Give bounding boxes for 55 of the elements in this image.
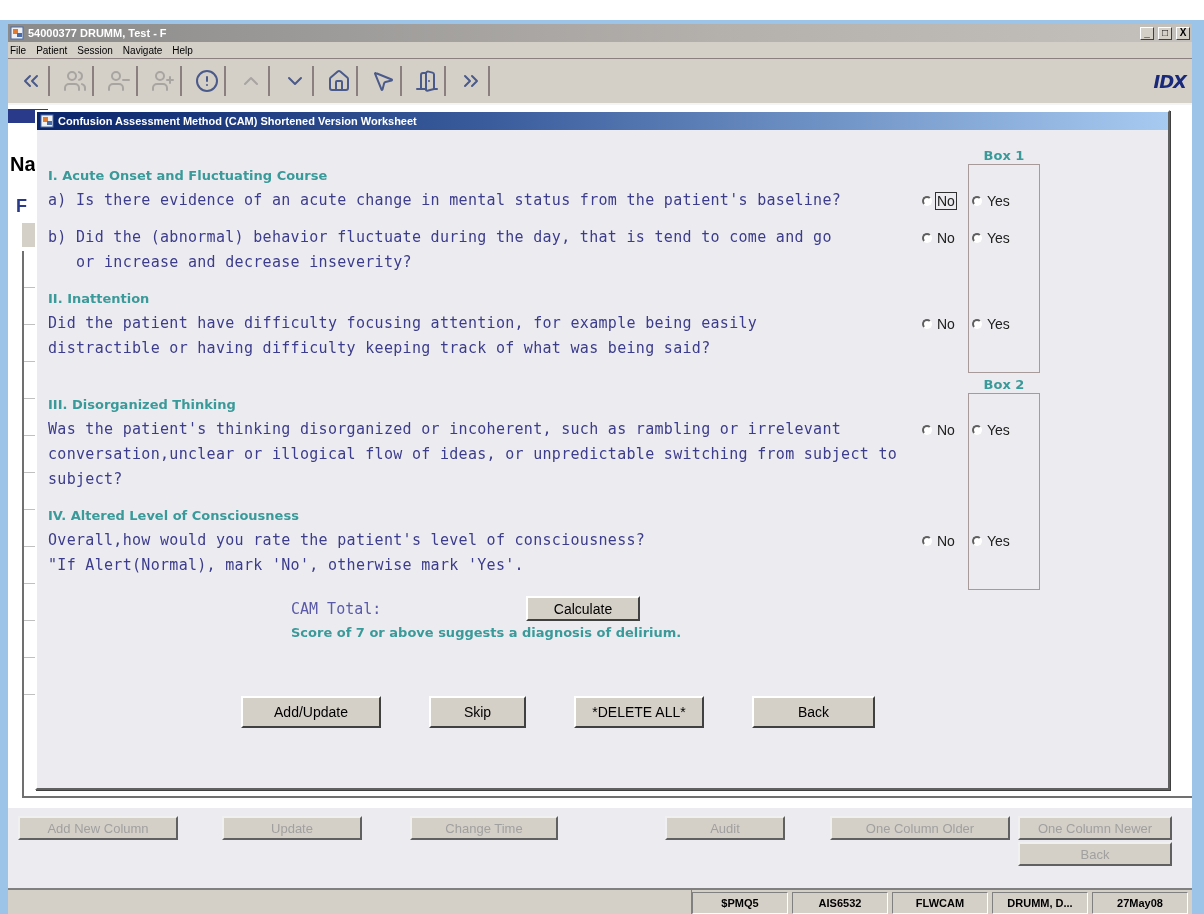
- radio-option[interactable]: Yes: [972, 532, 1011, 550]
- radio-option[interactable]: No: [922, 421, 956, 439]
- radio-option[interactable]: No: [922, 315, 956, 333]
- radio-option[interactable]: Yes: [972, 192, 1011, 210]
- section-title: III. Disorganized Thinking: [48, 396, 237, 414]
- app-icon: [10, 26, 24, 40]
- user-minus-icon: [107, 69, 131, 93]
- status-cell: AIS6532: [792, 892, 888, 914]
- dialog-icon: [40, 114, 54, 128]
- score-note: Score of 7 or above suggests a diagnosis of delirium.: [291, 625, 683, 640]
- window-control-button[interactable]: X: [1176, 26, 1190, 40]
- question-text: b) Did the (abnormal) behavior fluctuate during the day, that is tend to come and go or increase and decrease inseverity?: [48, 227, 833, 273]
- question-text: Was the patient's thinking disorganized or incoherent, such as rambling or irrelevant conversation,unclear or illogical flow of ideas, or unpredictable switching from subject to subject?: [48, 419, 899, 490]
- section-title: I. Acute Onset and Fluctuating Course: [48, 167, 329, 185]
- status-cell: 27May08: [1092, 892, 1188, 914]
- dialog-title: Confusion Assessment Method (CAM) Shortened Version Worksheet: [58, 115, 417, 127]
- radio-option[interactable]: Yes: [972, 229, 1011, 247]
- radio-option[interactable]: Yes: [972, 421, 1011, 439]
- question-text: Did the patient have difficulty focusing attention, for example being easily distractible or having difficulty keeping track of what was being said?: [48, 313, 759, 359]
- menu-item[interactable]: Patient: [36, 44, 68, 56]
- question-text: a) Is there evidence of an acute change in mental status from the patient's baseline?: [48, 190, 843, 211]
- radio-option[interactable]: No: [922, 532, 956, 550]
- radio-option[interactable]: Yes: [972, 315, 1011, 333]
- box-label: Box 2: [983, 377, 1025, 393]
- window-title: 54000377 DRUMM, Test - F: [28, 27, 168, 39]
- door-icon: [415, 69, 439, 93]
- section-title: IV. Altered Level of Consciousness: [48, 507, 300, 525]
- menu-item[interactable]: File: [10, 44, 27, 56]
- question-text: Overall,how would you rate the patient's level of consciousness? "If Alert(Normal), mark 'No', otherwise mark 'Yes'.: [48, 530, 647, 576]
- home-icon: [327, 69, 351, 93]
- calculate-button[interactable]: Calculate: [526, 596, 640, 621]
- pointer-icon: [371, 69, 395, 93]
- section-title: II. Inattention: [48, 290, 151, 308]
- page-heading: Na: [10, 153, 36, 176]
- menu-item[interactable]: Session: [77, 44, 113, 56]
- radio-option[interactable]: No: [922, 229, 956, 247]
- action-button[interactable]: Back: [752, 696, 875, 728]
- radio-option[interactable]: No: [922, 192, 956, 210]
- window-control-button[interactable]: _: [1140, 26, 1154, 40]
- status-cell: FLWCAM: [892, 892, 988, 914]
- users-icon: [63, 69, 87, 93]
- section-heading: F: [16, 196, 27, 217]
- user-plus-icon: [151, 69, 175, 93]
- logo: IDX: [1153, 70, 1186, 92]
- box-label: Box 1: [983, 148, 1025, 164]
- action-button[interactable]: *DELETE ALL*: [574, 696, 704, 728]
- window-control-button[interactable]: □: [1158, 26, 1172, 40]
- alert-icon: [195, 69, 219, 93]
- status-cell: DRUMM, D...: [992, 892, 1088, 914]
- action-button[interactable]: Skip: [429, 696, 526, 728]
- total-label: CAM Total:: [291, 599, 383, 618]
- menu-item[interactable]: Navigate: [122, 44, 163, 56]
- action-button[interactable]: Add/Update: [241, 696, 381, 728]
- status-cell: $PMQ5: [692, 892, 788, 914]
- menu-item[interactable]: Help: [172, 44, 193, 56]
